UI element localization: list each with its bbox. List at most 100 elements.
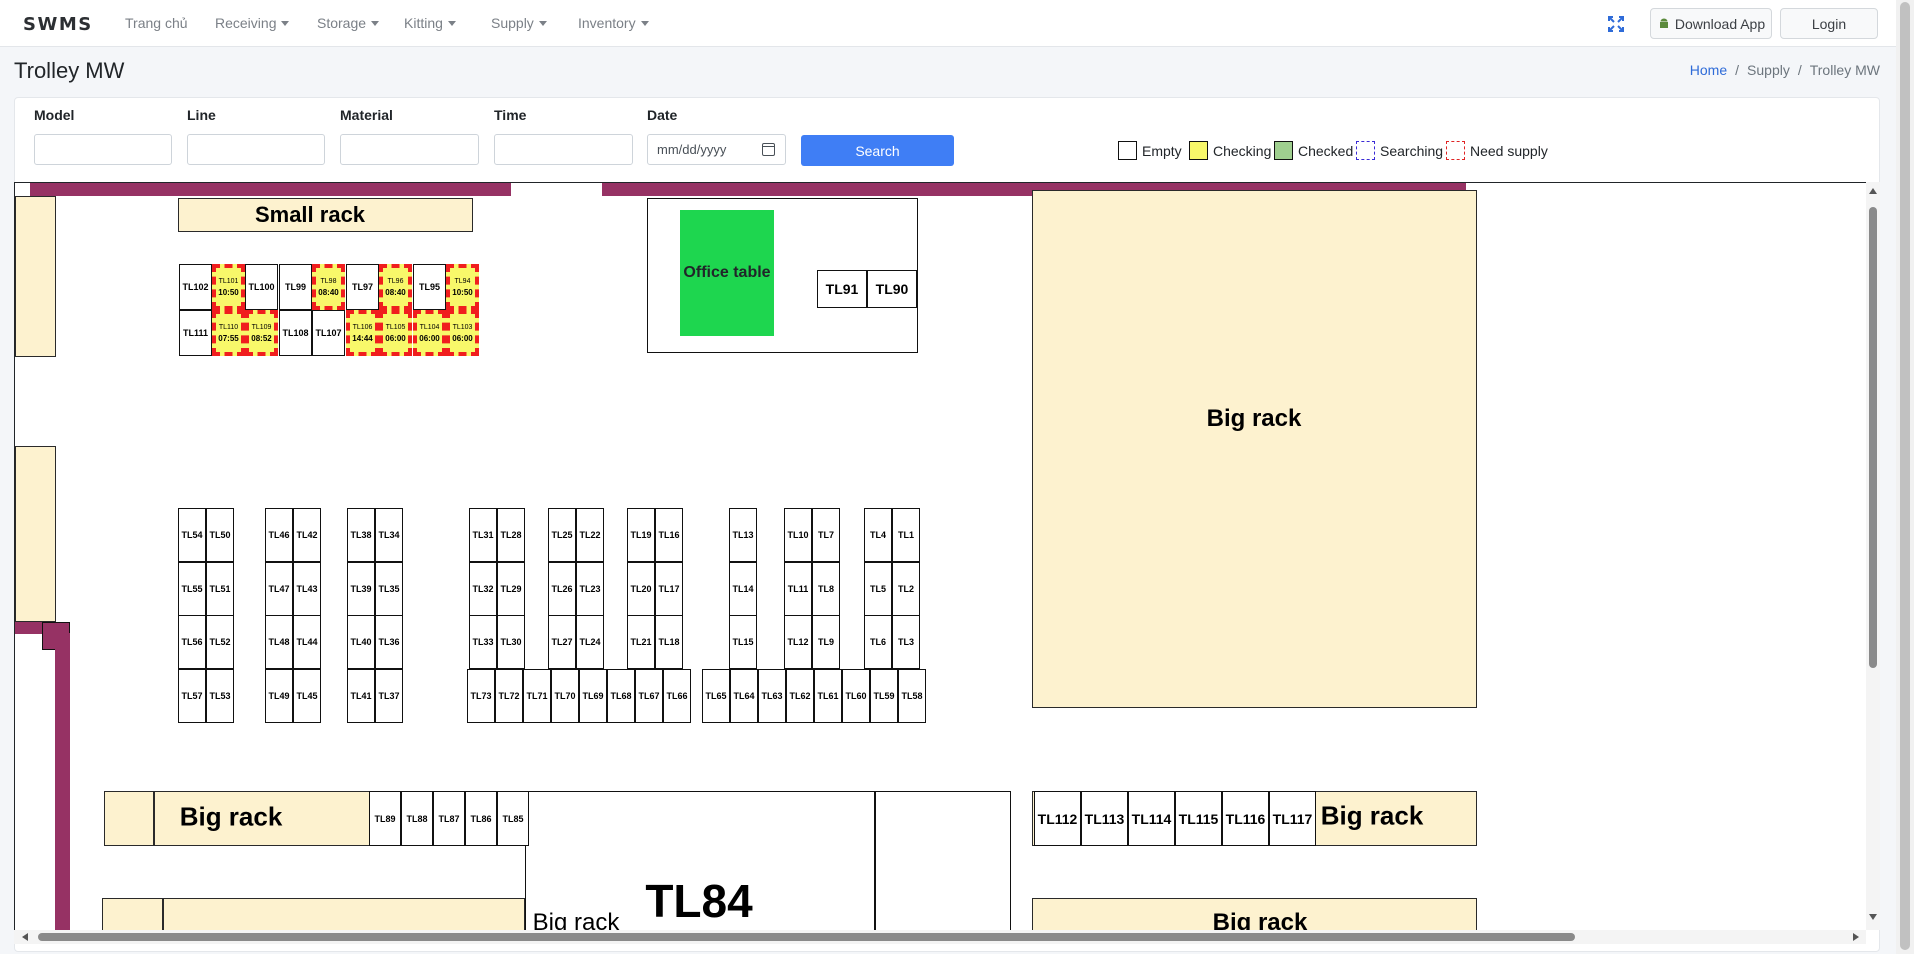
nav-item-supply[interactable]: Supply	[491, 15, 547, 31]
breadcrumb-home[interactable]: Home	[1690, 62, 1727, 78]
login-button[interactable]: Login	[1780, 8, 1878, 39]
trolley-TL100[interactable]: TL100	[245, 264, 278, 310]
trolley-TL88[interactable]: TL88	[401, 791, 433, 846]
model-input[interactable]	[34, 134, 172, 165]
trolley-TL4[interactable]: TL4	[864, 508, 892, 562]
trolley-TL34[interactable]: TL34	[375, 508, 403, 562]
trolley-TL29[interactable]: TL29	[497, 562, 525, 616]
trolley-TL14[interactable]: TL14	[729, 562, 757, 616]
trolley-TL32[interactable]: TL32	[469, 562, 497, 616]
trolley-TL40[interactable]: TL40	[347, 615, 375, 669]
nav-item-inventory[interactable]: Inventory	[578, 15, 649, 31]
trolley-TL21[interactable]: TL21	[627, 615, 655, 669]
trolley-TL68[interactable]: TL68	[607, 669, 635, 723]
nav-item-home[interactable]: Trang chủ	[125, 15, 188, 31]
trolley-TL59[interactable]: TL59	[870, 669, 898, 723]
trolley-TL43[interactable]: TL43	[293, 562, 321, 616]
material-input[interactable]	[340, 134, 479, 165]
scroll-right-arrow-icon[interactable]	[1853, 933, 1859, 941]
trolley-TL3[interactable]: TL3	[892, 615, 920, 669]
scroll-left-arrow-icon[interactable]	[22, 933, 28, 941]
trolley-TL26[interactable]: TL26	[548, 562, 576, 616]
trolley-TL70[interactable]: TL70	[551, 669, 579, 723]
trolley-TL65[interactable]: TL65	[702, 669, 730, 723]
trolley-TL90[interactable]: TL90	[867, 270, 917, 308]
line-input[interactable]	[187, 134, 325, 165]
nav-item-storage[interactable]: Storage	[317, 15, 380, 31]
trolley-TL53[interactable]: TL53	[206, 669, 234, 723]
trolley-TL116[interactable]: TL116	[1222, 791, 1269, 846]
trolley-TL61[interactable]: TL61	[814, 669, 842, 723]
trolley-TL9[interactable]: TL9	[812, 615, 840, 669]
trolley-TL17[interactable]: TL17	[655, 562, 683, 616]
trolley-TL96[interactable]: TL96 08:40	[379, 264, 412, 310]
trolley-TL7[interactable]: TL7	[812, 508, 840, 562]
trolley-TL101[interactable]: TL101 10:50	[212, 264, 245, 310]
trolley-TL87[interactable]: TL87	[433, 791, 465, 846]
trolley-TL6[interactable]: TL6	[864, 615, 892, 669]
trolley-TL109[interactable]: TL109 08:52	[245, 310, 278, 356]
trolley-TL13[interactable]: TL13	[729, 508, 757, 562]
trolley-TL19[interactable]: TL19	[627, 508, 655, 562]
trolley-TL106[interactable]: TL106 14:44	[346, 310, 379, 356]
trolley-TL71[interactable]: TL71	[523, 669, 551, 723]
trolley-TL44[interactable]: TL44	[293, 615, 321, 669]
trolley-TL25[interactable]: TL25	[548, 508, 576, 562]
trolley-TL115[interactable]: TL115	[1175, 791, 1222, 846]
map-horizontal-scroll-thumb[interactable]	[38, 933, 1575, 941]
trolley-TL51[interactable]: TL51	[206, 562, 234, 616]
trolley-TL95[interactable]: TL95	[413, 264, 446, 310]
trolley-TL36[interactable]: TL36	[375, 615, 403, 669]
trolley-TL72[interactable]: TL72	[495, 669, 523, 723]
trolley-TL48[interactable]: TL48	[265, 615, 293, 669]
trolley-TL63[interactable]: TL63	[758, 669, 786, 723]
page-scroll-thumb[interactable]	[1900, 2, 1910, 950]
trolley-TL107[interactable]: TL107	[312, 310, 345, 356]
trolley-TL23[interactable]: TL23	[576, 562, 604, 616]
trolley-TL56[interactable]: TL56	[178, 615, 206, 669]
trolley-TL50[interactable]: TL50	[206, 508, 234, 562]
trolley-TL30[interactable]: TL30	[497, 615, 525, 669]
trolley-TL57[interactable]: TL57	[178, 669, 206, 723]
trolley-TL62[interactable]: TL62	[786, 669, 814, 723]
trolley-TL12[interactable]: TL12	[784, 615, 812, 669]
trolley-TL33[interactable]: TL33	[469, 615, 497, 669]
trolley-TL27[interactable]: TL27	[548, 615, 576, 669]
trolley-TL35[interactable]: TL35	[375, 562, 403, 616]
trolley-TL8[interactable]: TL8	[812, 562, 840, 616]
trolley-TL2[interactable]: TL2	[892, 562, 920, 616]
trolley-TL99[interactable]: TL99	[279, 264, 312, 310]
trolley-TL114[interactable]: TL114	[1128, 791, 1175, 846]
trolley-TL64[interactable]: TL64	[730, 669, 758, 723]
trolley-TL73[interactable]: TL73	[467, 669, 495, 723]
trolley-TL102[interactable]: TL102	[179, 264, 212, 310]
trolley-TL42[interactable]: TL42	[293, 508, 321, 562]
trolley-TL18[interactable]: TL18	[655, 615, 683, 669]
nav-item-receiving[interactable]: Receiving	[215, 15, 290, 31]
scroll-up-arrow-icon[interactable]	[1869, 188, 1877, 194]
trolley-TL22[interactable]: TL22	[576, 508, 604, 562]
trolley-TL24[interactable]: TL24	[576, 615, 604, 669]
trolley-TL58[interactable]: TL58	[898, 669, 926, 723]
date-input[interactable]: mm/dd/yyyy	[647, 134, 786, 165]
trolley-TL47[interactable]: TL47	[265, 562, 293, 616]
trolley-TL54[interactable]: TL54	[178, 508, 206, 562]
brand-logo[interactable]: SWMS	[23, 14, 93, 35]
trolley-TL1[interactable]: TL1	[892, 508, 920, 562]
trolley-TL5[interactable]: TL5	[864, 562, 892, 616]
trolley-TL11[interactable]: TL11	[784, 562, 812, 616]
trolley-TL113[interactable]: TL113	[1081, 791, 1128, 846]
trolley-TL39[interactable]: TL39	[347, 562, 375, 616]
trolley-TL105[interactable]: TL105 06:00	[379, 310, 412, 356]
trolley-TL104[interactable]: TL104 06:00	[413, 310, 446, 356]
trolley-TL52[interactable]: TL52	[206, 615, 234, 669]
trolley-TL55[interactable]: TL55	[178, 562, 206, 616]
trolley-TL37[interactable]: TL37	[375, 669, 403, 723]
trolley-TL84-label[interactable]: TL84	[645, 874, 752, 928]
trolley-TL85[interactable]: TL85	[497, 791, 529, 846]
trolley-TL98[interactable]: TL98 08:40	[312, 264, 345, 310]
trolley-TL10[interactable]: TL10	[784, 508, 812, 562]
trolley-TL97[interactable]: TL97	[346, 264, 379, 310]
trolley-TL49[interactable]: TL49	[265, 669, 293, 723]
trolley-TL60[interactable]: TL60	[842, 669, 870, 723]
